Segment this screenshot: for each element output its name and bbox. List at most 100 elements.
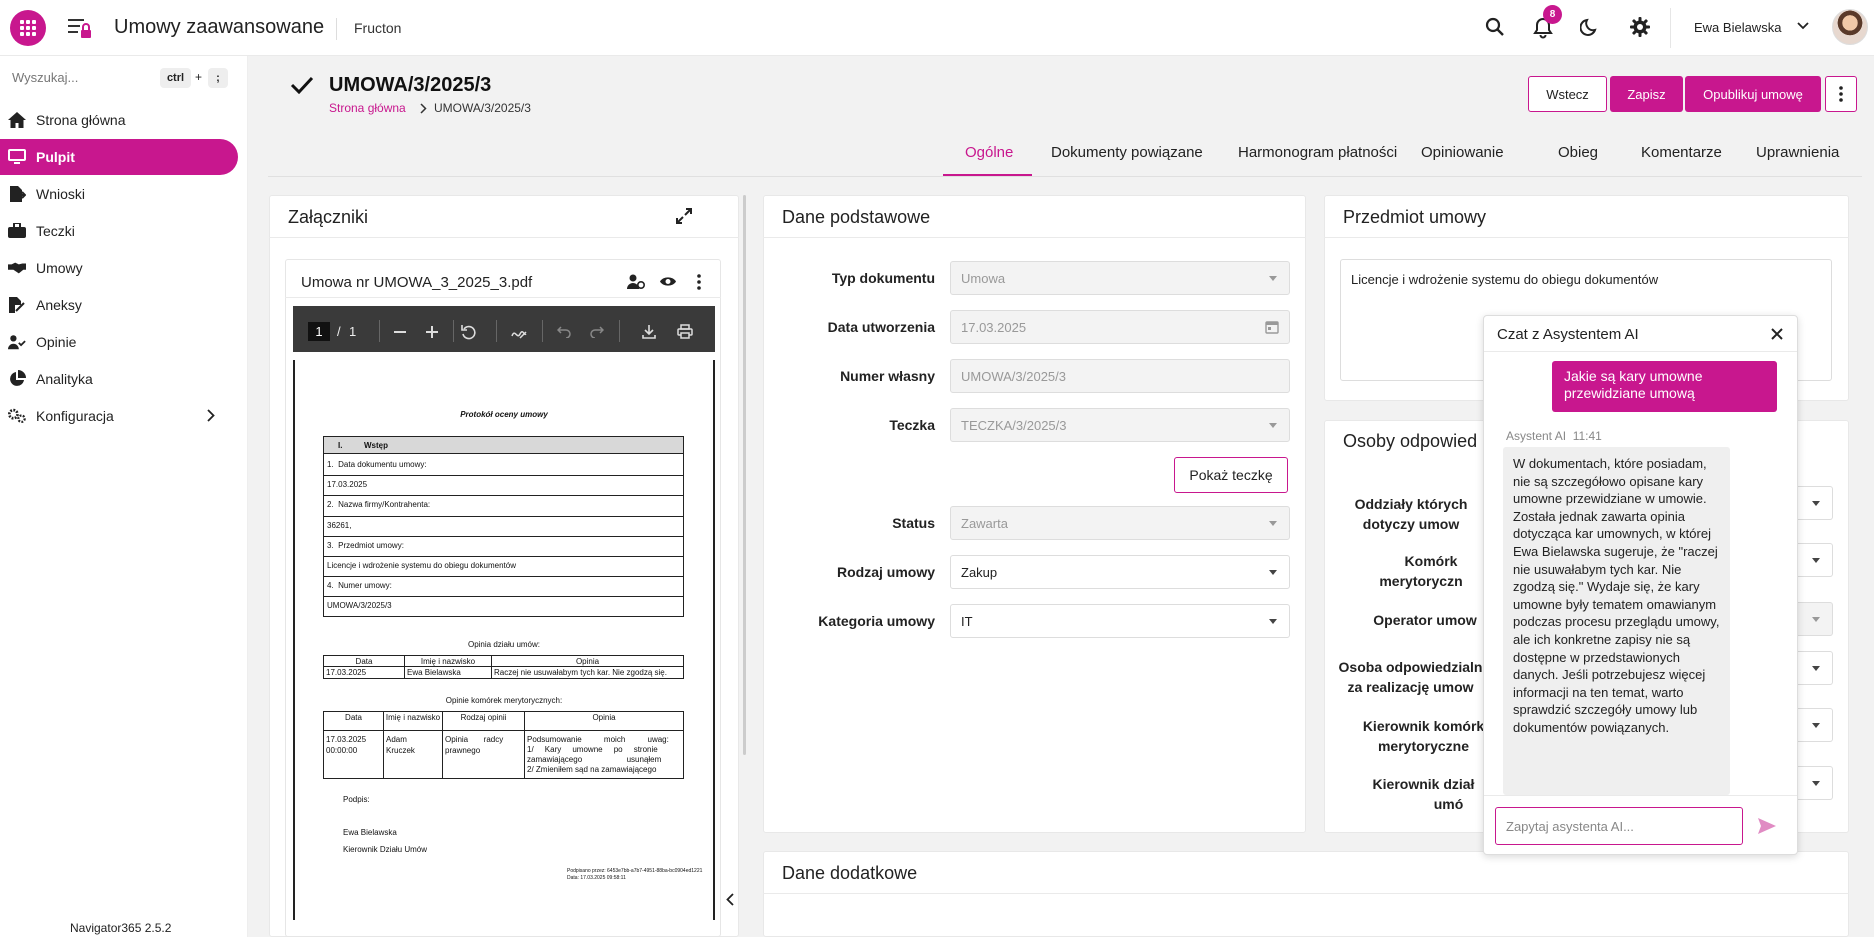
- label-kierownik-komorki: Kierownik komórk merytoryczne: [1341, 716, 1486, 756]
- redo-icon[interactable]: [590, 326, 604, 338]
- publish-button[interactable]: Opublikuj umowę: [1685, 76, 1821, 112]
- select-komorki[interactable]: [1795, 543, 1833, 577]
- avatar[interactable]: [1832, 9, 1868, 45]
- more-actions-button[interactable]: [1825, 76, 1857, 112]
- file-signature-icon: [8, 296, 26, 314]
- notification-badge: 8: [1543, 5, 1562, 24]
- save-button[interactable]: Zapisz: [1610, 76, 1683, 112]
- tab-harmonogram-platnosci[interactable]: Harmonogram płatności: [1238, 144, 1397, 161]
- app-grid-button[interactable]: [10, 10, 46, 46]
- tab-obieg[interactable]: Obieg: [1558, 144, 1598, 161]
- pdf-cell-op3: zamawiającego usunąłem: [527, 755, 662, 764]
- shortcut-key: ;: [208, 68, 228, 88]
- sidebar-item-aneksy[interactable]: Aneksy: [0, 287, 238, 323]
- sidebar-item-wnioski[interactable]: Wnioski: [0, 176, 238, 212]
- pdf-page-total: 1: [349, 324, 357, 339]
- user-name[interactable]: Ewa Bielawska: [1694, 20, 1781, 35]
- gear-icon[interactable]: [1630, 17, 1650, 37]
- ai-name: Asystent AI: [1506, 429, 1567, 443]
- sidebar-item-label: Opinie: [36, 334, 77, 350]
- tab-opiniowanie[interactable]: Opiniowanie: [1421, 144, 1504, 161]
- back-button[interactable]: Wstecz: [1528, 76, 1607, 112]
- chat-input[interactable]: Zapytaj asystenta AI...: [1495, 807, 1743, 845]
- card-divider: [1324, 237, 1849, 238]
- panel-resize-handle[interactable]: [743, 195, 746, 755]
- shortcut-plus: +: [195, 70, 203, 84]
- select-kategoria-umowy[interactable]: IT: [950, 604, 1290, 638]
- pdf-opinion-title: Opinia działu umów:: [467, 640, 541, 649]
- tabs-divider: [268, 176, 1862, 177]
- tab-dokumenty-powiazane[interactable]: Dokumenty powiązane: [1051, 144, 1203, 161]
- sidebar-item-teczki[interactable]: Teczki: [0, 213, 238, 249]
- rotate-icon[interactable]: [461, 324, 477, 340]
- breadcrumb-chevron-icon: [420, 103, 427, 114]
- close-icon[interactable]: [1771, 328, 1783, 340]
- shortcut-ctrl: ctrl: [160, 68, 191, 88]
- sidebar-item-pulpit[interactable]: Pulpit: [0, 139, 238, 175]
- pdf-op-h-date: Data: [355, 657, 373, 666]
- select-osoba[interactable]: [1795, 651, 1833, 685]
- zoom-in-icon[interactable]: [426, 326, 438, 338]
- pdf-heading: Protokół oceny umowy: [460, 410, 548, 419]
- expand-icon[interactable]: [676, 208, 692, 224]
- eye-icon[interactable]: [659, 275, 677, 288]
- select-operator[interactable]: [1795, 602, 1833, 636]
- sidebar-search-input[interactable]: Wyszukaj...: [12, 70, 78, 85]
- pdf-sign-role: Kierownik Działu Umów: [343, 845, 428, 854]
- select-kierownik-komorki[interactable]: [1795, 708, 1833, 742]
- tab-komentarze[interactable]: Komentarze: [1641, 144, 1722, 161]
- pdf-table-line: [324, 556, 683, 557]
- sidebar-item-home[interactable]: Strona główna: [0, 102, 238, 138]
- collapse-left-icon[interactable]: [726, 893, 734, 906]
- pdf-table-line: [324, 475, 683, 477]
- monitor-icon: [8, 148, 26, 166]
- input-numer-wlasny[interactable]: UMOWA/3/2025/3: [950, 359, 1290, 393]
- extra-data-title: Dane dodatkowe: [782, 863, 918, 883]
- select-status[interactable]: Zawarta: [950, 506, 1290, 540]
- chevron-right-icon[interactable]: [207, 409, 215, 422]
- zoom-out-icon[interactable]: [394, 331, 406, 333]
- subject-title: Przedmiot umowy: [1343, 207, 1487, 227]
- caret-down-icon: [1269, 521, 1277, 526]
- select-typ-dokumentu[interactable]: Umowa: [950, 261, 1290, 295]
- pdf-intro-row: 17.03.2025: [327, 480, 368, 490]
- select-kierownik-dzialu[interactable]: [1795, 766, 1833, 800]
- kebab-icon[interactable]: [697, 274, 701, 290]
- sidebar-item-umowy[interactable]: Umowy: [0, 250, 238, 286]
- download-icon[interactable]: [642, 324, 656, 339]
- search-icon[interactable]: [1485, 17, 1505, 37]
- select-teczka[interactable]: TECZKA/3/2025/3: [950, 408, 1290, 442]
- pdf-op-text: Raczej nie usuwałabym tych kar. Nie zgod…: [494, 668, 667, 677]
- user-permission-icon[interactable]: [627, 274, 645, 290]
- menu-lock-icon[interactable]: [66, 15, 94, 41]
- ai-time: 11:41: [1572, 429, 1602, 443]
- moon-icon[interactable]: [1580, 17, 1600, 37]
- pdf-cell-op1: Podsumowanie moich uwag:: [527, 735, 669, 744]
- sidebar-item-konfiguracja[interactable]: Konfiguracja: [0, 398, 238, 434]
- sidebar-item-label: Umowy: [36, 260, 83, 276]
- caret-down-icon: [1812, 501, 1820, 506]
- title-divider: [336, 18, 337, 40]
- breadcrumb-home[interactable]: Strona główna: [329, 101, 406, 115]
- date-data-utworzenia[interactable]: 17.03.2025: [950, 310, 1290, 344]
- pdf-cell-h-type: Rodzaj opinii: [460, 713, 507, 722]
- select-oddzialy[interactable]: [1795, 486, 1833, 520]
- tab-ogolne[interactable]: Ogólne: [965, 144, 1013, 161]
- pdf-page-input[interactable]: 1: [308, 322, 330, 341]
- select-value: Zawarta: [961, 515, 1008, 531]
- chevron-down-icon[interactable]: [1797, 22, 1809, 30]
- draw-icon[interactable]: [511, 324, 527, 340]
- undo-icon[interactable]: [557, 326, 571, 338]
- send-icon[interactable]: [1758, 818, 1776, 834]
- print-icon[interactable]: [677, 324, 693, 339]
- file-name: Umowa nr UMOWA_3_2025_3.pdf: [301, 274, 533, 291]
- label-line: merytoryczne: [1377, 738, 1470, 754]
- tab-uprawnienia[interactable]: Uprawnienia: [1756, 144, 1839, 161]
- label-line: Kierownik komórk: [1362, 718, 1485, 734]
- show-folder-button[interactable]: Pokaż teczkę: [1174, 457, 1288, 493]
- sidebar-item-analityka[interactable]: Analityka: [0, 361, 238, 397]
- sidebar-item-label: Aneksy: [36, 297, 82, 313]
- pdf-op-h-name: Imię i nazwisko: [420, 657, 476, 666]
- select-rodzaj-umowy[interactable]: Zakup: [950, 555, 1290, 589]
- sidebar-item-opinie[interactable]: Opinie: [0, 324, 238, 360]
